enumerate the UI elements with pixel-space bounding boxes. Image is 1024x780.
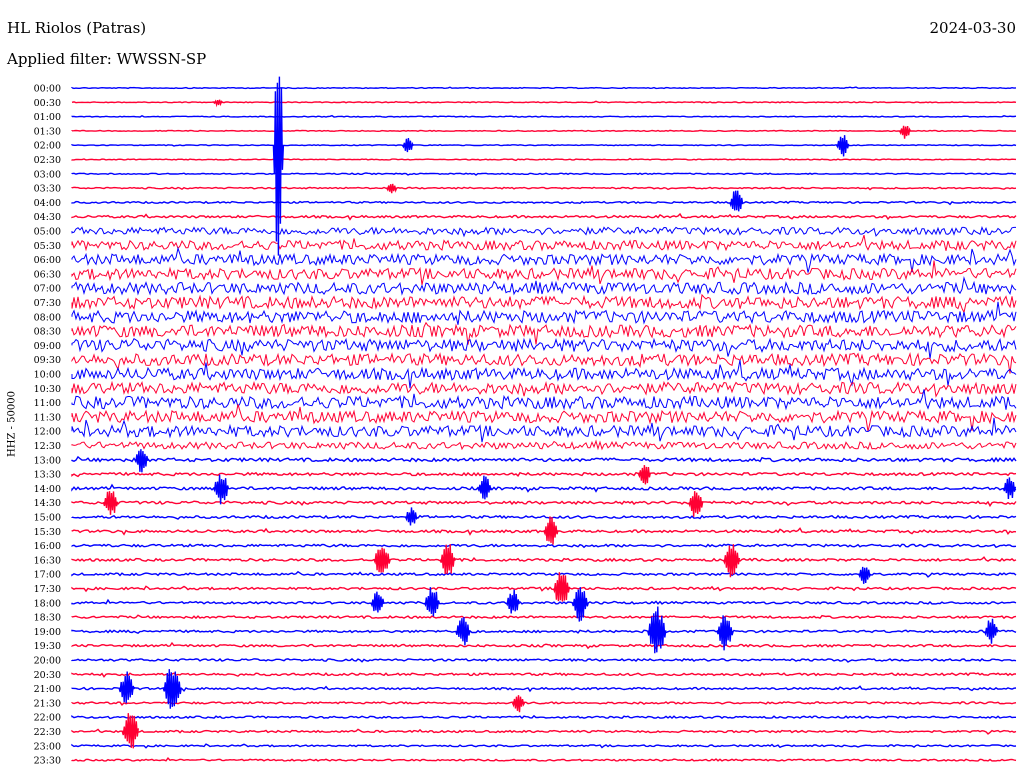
row-time-label: 00:00: [34, 84, 61, 95]
row-time-label: 20:30: [34, 670, 61, 681]
row-time-label: 05:00: [34, 227, 61, 238]
row-time-label: 11:30: [34, 412, 61, 423]
row-time-label: 05:30: [34, 241, 61, 252]
row-time-label: 13:00: [34, 455, 61, 466]
row-time-label: 21:30: [34, 698, 61, 709]
row-time-label: 04:00: [34, 198, 61, 209]
y-axis-label: HHZ - 50000: [6, 391, 18, 457]
row-time-label: 12:30: [34, 441, 61, 452]
row-time-label: 00:30: [34, 98, 61, 109]
row-time-label: 06:00: [34, 255, 61, 266]
row-time-label: 18:00: [34, 598, 61, 609]
row-time-label: 23:00: [34, 741, 61, 752]
station-title: HL Riolos (Patras): [7, 19, 147, 37]
row-time-label: 07:30: [34, 298, 61, 309]
row-time-label: 16:30: [34, 555, 61, 566]
row-time-label: 07:00: [34, 284, 61, 295]
row-time-label: 15:00: [34, 513, 61, 524]
row-time-label: 09:00: [34, 341, 61, 352]
row-time-label: 17:30: [34, 584, 61, 595]
row-time-label: 18:30: [34, 613, 61, 624]
row-time-label: 20:00: [34, 656, 61, 667]
row-time-label: 08:30: [34, 327, 61, 338]
row-time-label: 09:30: [34, 355, 61, 366]
row-time-label: 19:00: [34, 627, 61, 638]
row-time-label: 11:00: [34, 398, 61, 409]
row-time-label: 10:00: [34, 370, 61, 381]
row-time-label: 14:00: [34, 484, 61, 495]
filter-label: Applied filter: WWSSN-SP: [7, 50, 207, 68]
row-time-label: 04:30: [34, 212, 61, 223]
row-time-label: 21:00: [34, 684, 61, 695]
row-time-label: 01:00: [34, 112, 61, 123]
row-time-label: 16:00: [34, 541, 61, 552]
row-time-label: 01:30: [34, 126, 61, 137]
row-time-label: 03:30: [34, 184, 61, 195]
row-time-label: 17:00: [34, 570, 61, 581]
row-time-label: 08:00: [34, 312, 61, 323]
row-time-label: 06:30: [34, 269, 61, 280]
seismogram-chart: 00:00 00:30 01:00 01:30 02:00 02:30 03:00 03:30…: [0, 0, 1024, 780]
row-time-label: 03:00: [34, 169, 61, 180]
row-time-label: 22:00: [34, 713, 61, 724]
row-time-label: 10:30: [34, 384, 61, 395]
row-time-label: 12:00: [34, 427, 61, 438]
trace-row: [71, 86, 1017, 90]
record-date: 2024-03-30: [929, 19, 1016, 37]
trace-row: [71, 172, 1017, 176]
trace-row: [71, 129, 1017, 133]
row-time-label: 15:30: [34, 527, 61, 538]
row-time-label: 22:30: [34, 727, 61, 738]
row-time-label: 23:30: [34, 756, 61, 767]
row-time-label: 02:30: [34, 155, 61, 166]
row-time-label: 19:30: [34, 641, 61, 652]
row-time-label: 13:30: [34, 470, 61, 481]
row-time-label: 02:00: [34, 141, 61, 152]
row-time-label: 14:30: [34, 498, 61, 509]
